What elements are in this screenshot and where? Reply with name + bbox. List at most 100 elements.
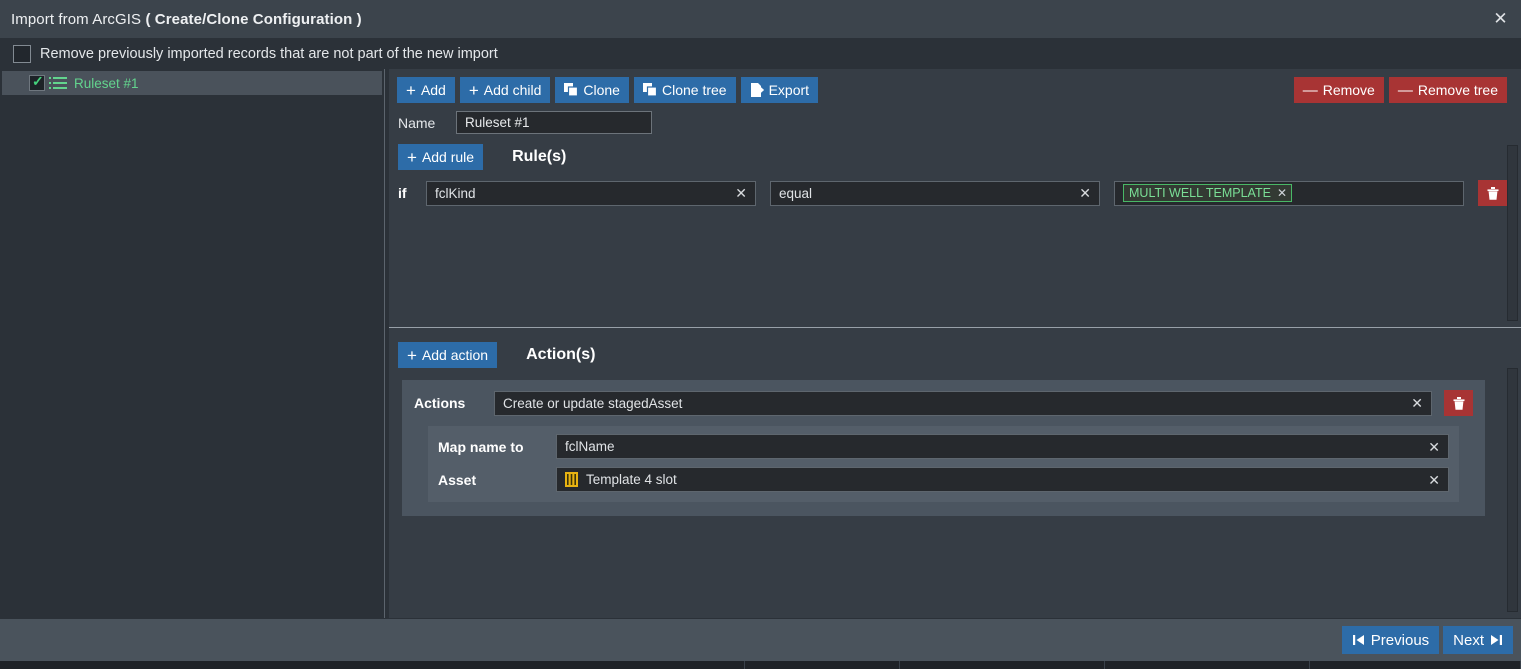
remove-button-label: Remove xyxy=(1322,82,1375,98)
name-label: Name xyxy=(398,114,436,131)
sidebar-item-ruleset-1[interactable]: Ruleset #1 xyxy=(2,71,382,95)
add-rule-button[interactable]: + Add rule xyxy=(398,144,484,170)
rule-row: if fclKind ✕ equal ✕ MULTI WELL TEMPLATE xyxy=(389,170,1521,206)
rule-if-label: if xyxy=(398,185,407,201)
status-segment xyxy=(1105,661,1310,669)
actions-header: + Add action Action(s) xyxy=(389,332,1521,368)
title-bar: Import from ArcGIS ( Create/Clone Config… xyxy=(0,0,1521,39)
dialog-body: Remove previously imported records that … xyxy=(0,39,1521,618)
action-type-value: Create or update stagedAsset xyxy=(503,395,683,411)
rules-scrollbar[interactable] xyxy=(1507,145,1518,321)
remove-tree-button[interactable]: — Remove tree xyxy=(1388,77,1507,103)
rule-value-chip-label: MULTI WELL TEMPLATE xyxy=(1129,186,1271,200)
map-name-row: Map name to fclName ✕ xyxy=(438,434,1449,459)
main-split: Ruleset #1 + Add + Add child xyxy=(0,69,1521,618)
actions-pane: + Add action Action(s) Actions Create or… xyxy=(389,332,1521,618)
map-name-to-label: Map name to xyxy=(438,438,524,455)
status-segment xyxy=(745,661,900,669)
close-icon[interactable]: ✕ xyxy=(1480,0,1521,38)
add-button[interactable]: + Add xyxy=(397,77,455,103)
map-name-to-value: fclName xyxy=(565,439,615,454)
clear-icon[interactable]: ✕ xyxy=(1079,186,1091,200)
well-template-icon xyxy=(565,472,578,487)
status-segment xyxy=(900,661,1105,669)
clone-button[interactable]: Clone xyxy=(555,77,629,103)
export-button[interactable]: Export xyxy=(740,77,819,103)
ruleset-tree: Ruleset #1 xyxy=(0,69,384,618)
skip-next-icon xyxy=(1491,635,1502,645)
ruleset-enabled-checkbox[interactable] xyxy=(29,74,45,91)
status-segment xyxy=(0,661,745,669)
asset-row: Asset Template 4 slot ✕ xyxy=(438,467,1449,492)
add-button-label: Add xyxy=(420,82,446,98)
plus-icon: + xyxy=(406,80,416,100)
status-strip xyxy=(0,661,1521,669)
remove-previous-label: Remove previously imported records that … xyxy=(40,46,498,62)
remove-previous-checkbox[interactable] xyxy=(13,45,31,63)
remove-previous-option-row: Remove previously imported records that … xyxy=(0,39,1521,69)
asset-value: Template 4 slot xyxy=(586,472,677,487)
status-segment xyxy=(1310,661,1521,669)
delete-rule-button[interactable] xyxy=(1478,180,1507,206)
actions-section-title: Action(s) xyxy=(526,346,596,363)
destructive-toolbar: — Remove — Remove tree xyxy=(1289,77,1507,103)
ruleset-toolbar: + Add + Add child Clone Clone tree Expor… xyxy=(389,69,1521,103)
sidebar-item-label: Ruleset #1 xyxy=(74,75,139,91)
skip-previous-icon xyxy=(1352,635,1364,645)
trash-icon xyxy=(1487,186,1498,200)
rule-field-value: fclKind xyxy=(435,185,476,201)
chip-remove-icon[interactable]: ✕ xyxy=(1277,187,1287,199)
rule-operator-value: equal xyxy=(779,185,813,201)
name-input[interactable]: Ruleset #1 xyxy=(456,111,652,134)
list-icon xyxy=(49,77,67,89)
name-row: Name Ruleset #1 xyxy=(389,103,1521,134)
clone-button-label: Clone xyxy=(583,82,620,98)
rule-operator-select[interactable]: equal ✕ xyxy=(770,180,1100,206)
clear-icon[interactable]: ✕ xyxy=(1428,473,1440,487)
clone-icon xyxy=(564,83,579,97)
action-parameters: Map name to fclName ✕ Asset Template 4 s… xyxy=(428,426,1459,502)
minus-icon: — xyxy=(1397,81,1413,99)
add-rule-button-label: Add rule xyxy=(421,149,475,165)
minus-icon: — xyxy=(1302,81,1318,99)
previous-button-label: Previous xyxy=(1370,631,1430,649)
next-button-label: Next xyxy=(1453,631,1484,649)
plus-icon: + xyxy=(468,80,479,100)
rule-value-select[interactable]: MULTI WELL TEMPLATE ✕ xyxy=(1114,180,1464,206)
add-child-button[interactable]: + Add child xyxy=(459,77,551,103)
import-arcgis-dialog: Import from ArcGIS ( Create/Clone Config… xyxy=(0,0,1521,669)
add-child-button-label: Add child xyxy=(483,82,542,98)
actions-label: Actions xyxy=(414,395,466,411)
remove-button[interactable]: — Remove xyxy=(1293,77,1384,103)
export-button-label: Export xyxy=(768,82,810,98)
add-action-button-label: Add action xyxy=(421,347,489,363)
action-card: Actions Create or update stagedAsset ✕ M… xyxy=(402,380,1485,516)
wizard-footer: Previous Next xyxy=(0,618,1521,661)
clear-icon[interactable]: ✕ xyxy=(1428,440,1440,454)
rule-field-select[interactable]: fclKind ✕ xyxy=(426,180,756,206)
add-action-button[interactable]: + Add action xyxy=(398,342,498,368)
map-name-to-select[interactable]: fclName ✕ xyxy=(556,434,1449,459)
delete-action-button[interactable] xyxy=(1444,390,1473,416)
action-type-select[interactable]: Create or update stagedAsset ✕ xyxy=(494,390,1432,416)
previous-button[interactable]: Previous xyxy=(1341,626,1440,654)
clone-icon xyxy=(642,83,657,97)
next-button[interactable]: Next xyxy=(1443,626,1513,654)
clone-tree-button[interactable]: Clone tree xyxy=(633,77,736,103)
trash-icon xyxy=(1453,396,1464,410)
title-main-text: Import from ArcGIS xyxy=(11,10,146,28)
remove-tree-button-label: Remove tree xyxy=(1417,82,1498,98)
title-bold-text: ( Create/Clone Configuration ) xyxy=(145,10,362,28)
rules-pane: + Add + Add child Clone Clone tree Expor… xyxy=(389,69,1521,327)
asset-select[interactable]: Template 4 slot ✕ xyxy=(556,467,1449,492)
clear-icon[interactable]: ✕ xyxy=(735,186,747,200)
rules-header: + Add rule Rule(s) xyxy=(389,134,1521,170)
action-head: Actions Create or update stagedAsset ✕ xyxy=(414,390,1473,416)
actions-scrollbar[interactable] xyxy=(1507,368,1518,612)
rule-value-chip[interactable]: MULTI WELL TEMPLATE ✕ xyxy=(1123,184,1292,202)
clone-tree-button-label: Clone tree xyxy=(661,82,727,98)
rules-section-title: Rule(s) xyxy=(512,148,567,165)
clear-icon[interactable]: ✕ xyxy=(1411,396,1423,410)
asset-label: Asset xyxy=(438,471,477,488)
page-title: Import from ArcGIS ( Create/Clone Config… xyxy=(11,11,362,28)
